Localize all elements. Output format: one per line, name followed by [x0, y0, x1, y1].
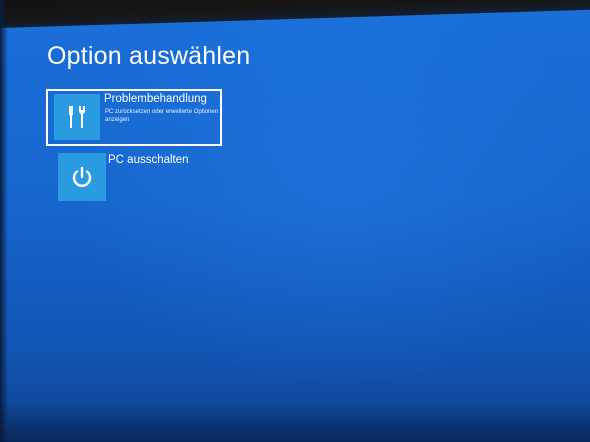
monitor-bezel: [0, 0, 590, 28]
tools-icon: [54, 94, 100, 140]
option-troubleshoot[interactable]: Problembehandlung PC zurücksetzen oder e…: [46, 89, 222, 146]
screen-vignette: [0, 402, 590, 442]
recovery-screen: Option auswählen Problembehandlung PC zu…: [0, 0, 590, 442]
page-title: Option auswählen: [47, 42, 251, 70]
option-title: Problembehandlung: [104, 93, 207, 105]
monitor-edge-shadow: [0, 0, 8, 442]
option-title: PC ausschalten: [108, 154, 189, 166]
option-description: PC zurücksetzen oder erweiterte Optionen…: [105, 109, 219, 123]
power-icon: [58, 153, 106, 201]
option-shutdown[interactable]: PC ausschalten: [46, 149, 222, 206]
